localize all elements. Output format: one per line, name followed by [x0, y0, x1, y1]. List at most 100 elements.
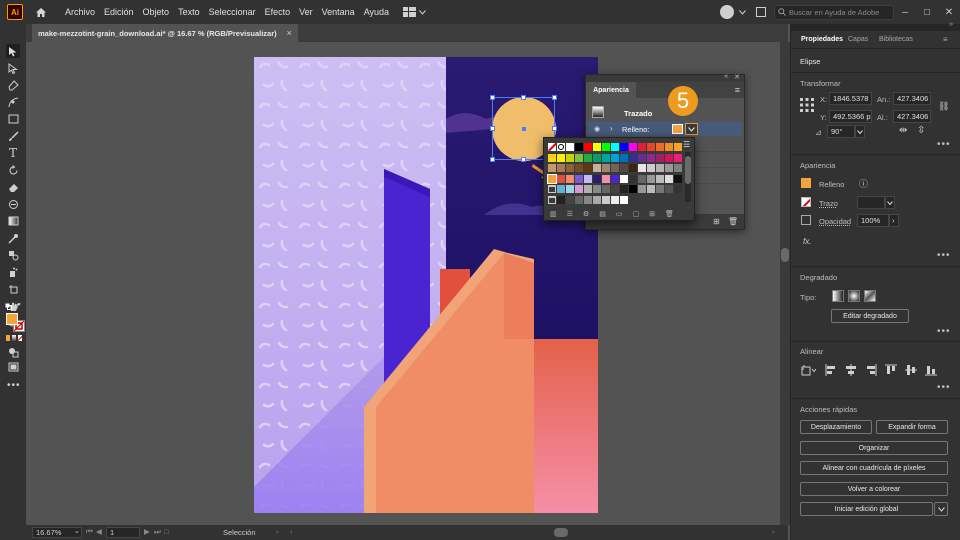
- color-swatch[interactable]: [593, 164, 601, 172]
- arrange-docs-icon[interactable]: [756, 7, 766, 17]
- close-panel-icon[interactable]: ✕: [734, 73, 740, 81]
- more-tools-icon[interactable]: •••: [7, 380, 21, 391]
- color-swatch[interactable]: [602, 143, 610, 151]
- color-swatch[interactable]: [575, 164, 583, 172]
- y-position-field[interactable]: 492.5366 p: [829, 110, 872, 123]
- gradient-more-icon[interactable]: •••: [937, 326, 951, 337]
- color-swatch[interactable]: [665, 164, 673, 172]
- stroke-weight-field[interactable]: [857, 196, 885, 209]
- color-swatch[interactable]: [593, 174, 601, 183]
- eraser-tool-icon[interactable]: [6, 180, 20, 194]
- color-swatch[interactable]: [611, 185, 619, 193]
- color-swatch[interactable]: [638, 185, 646, 193]
- color-swatch[interactable]: [566, 185, 574, 193]
- color-swatch[interactable]: [638, 153, 646, 162]
- stroke-label[interactable]: Trazo: [819, 199, 838, 208]
- menu-efecto[interactable]: Efecto: [265, 7, 291, 17]
- rotation-field[interactable]: 90°: [827, 125, 855, 138]
- color-swatch[interactable]: [566, 195, 574, 204]
- fill-color-swatch[interactable]: [672, 124, 683, 134]
- color-swatch[interactable]: [557, 185, 565, 193]
- brush-tool-icon[interactable]: [6, 129, 20, 143]
- color-swatch[interactable]: [593, 195, 601, 204]
- align-hcenter-icon[interactable]: [845, 364, 857, 376]
- scroll-thumb[interactable]: [781, 248, 789, 262]
- hscroll-right-icon[interactable]: ›: [772, 527, 775, 536]
- color-swatch[interactable]: [647, 143, 655, 151]
- color-swatch[interactable]: [547, 173, 557, 184]
- new-item-icon[interactable]: ⊞: [713, 217, 720, 226]
- swatch-kind-icon[interactable]: ☰: [567, 210, 573, 218]
- color-swatch[interactable]: [584, 164, 592, 172]
- rotation-dropdown[interactable]: [855, 125, 865, 138]
- expand-shape-button[interactable]: Expandir forma: [876, 420, 948, 434]
- canvas-vertical-scrollbar[interactable]: [780, 42, 790, 525]
- appearance-more-icon[interactable]: •••: [937, 250, 951, 261]
- chevron-down-icon[interactable]: [739, 8, 746, 17]
- color-swatch[interactable]: [593, 185, 601, 193]
- new-swatch-icon[interactable]: ⊞: [649, 210, 655, 218]
- linear-gradient-icon[interactable]: [832, 290, 844, 302]
- color-swatch[interactable]: [629, 174, 637, 183]
- panel-menu-icon[interactable]: ≡: [735, 85, 740, 95]
- x-position-field[interactable]: 1846.5378: [829, 92, 872, 105]
- symbol-sprayer-tool-icon[interactable]: [6, 265, 20, 279]
- edit-gradient-button[interactable]: Editar degradado: [831, 309, 909, 323]
- prev-artboard-icon[interactable]: ◀: [96, 527, 102, 536]
- flip-horizontal-icon[interactable]: ⇹: [899, 125, 907, 136]
- status-arrow-icon[interactable]: ›: [276, 527, 279, 536]
- color-swatch[interactable]: [674, 143, 682, 151]
- radial-gradient-icon[interactable]: [848, 290, 860, 302]
- color-swatch[interactable]: [602, 195, 610, 204]
- align-vcenter-icon[interactable]: [905, 364, 917, 376]
- freeform-gradient-icon[interactable]: [864, 290, 876, 302]
- color-swatch[interactable]: [548, 153, 556, 162]
- next-artboard-icon[interactable]: ▶: [144, 527, 150, 536]
- color-swatch[interactable]: [557, 195, 565, 204]
- chevron-down-icon[interactable]: ⌄: [74, 527, 80, 535]
- fill-swatch[interactable]: [6, 313, 18, 325]
- color-swatch[interactable]: [647, 174, 655, 183]
- color-swatch[interactable]: [611, 174, 619, 183]
- workspace-switcher[interactable]: [403, 7, 426, 17]
- curvature-tool-icon[interactable]: [6, 95, 20, 109]
- color-swatch[interactable]: [674, 164, 682, 172]
- tab-libraries[interactable]: Bibliotecas: [879, 36, 913, 43]
- minimize-button[interactable]: –: [894, 7, 916, 18]
- fill-swatch-dropdown[interactable]: [685, 123, 698, 135]
- color-swatch[interactable]: [620, 164, 628, 172]
- align-bottom-icon[interactable]: [925, 364, 937, 376]
- selection-tool-icon[interactable]: [6, 44, 20, 58]
- color-swatch[interactable]: [584, 143, 592, 151]
- color-swatch[interactable]: [665, 185, 673, 193]
- color-swatch[interactable]: [629, 185, 637, 193]
- color-swatch[interactable]: [629, 153, 637, 162]
- registration-swatch[interactable]: [557, 143, 565, 151]
- color-swatch[interactable]: [566, 153, 574, 162]
- fill-color-swatch[interactable]: [801, 178, 811, 188]
- align-pixel-grid-button[interactable]: Alinear con cuadrícula de píxeles: [800, 461, 948, 475]
- color-swatch[interactable]: [665, 153, 673, 162]
- color-swatch[interactable]: [620, 174, 628, 183]
- color-swatch[interactable]: [656, 185, 664, 193]
- none-mode-icon[interactable]: [18, 335, 22, 341]
- panel-menu-icon[interactable]: ≡: [943, 35, 948, 44]
- swatch-options-icon[interactable]: ⚙: [583, 210, 589, 218]
- color-swatch[interactable]: [629, 164, 637, 172]
- maximize-button[interactable]: □: [916, 7, 938, 18]
- reference-point-icon[interactable]: [800, 98, 814, 112]
- color-swatch[interactable]: [620, 195, 628, 204]
- delete-icon[interactable]: 🗑: [728, 217, 738, 226]
- color-swatch[interactable]: [566, 164, 574, 172]
- color-swatch[interactable]: [557, 174, 565, 183]
- appearance-tab[interactable]: Apariencia: [586, 82, 636, 98]
- align-to-icon[interactable]: [801, 364, 817, 376]
- color-swatch[interactable]: [593, 143, 601, 151]
- close-tab-icon[interactable]: ×: [287, 28, 292, 38]
- color-swatch[interactable]: [584, 195, 592, 204]
- color-swatch[interactable]: [611, 195, 619, 204]
- start-global-edit-button[interactable]: Iniciar edición global: [800, 502, 933, 516]
- arrange-button[interactable]: Organizar: [800, 441, 948, 455]
- transform-more-icon[interactable]: •••: [937, 139, 951, 150]
- color-swatch[interactable]: [566, 143, 574, 151]
